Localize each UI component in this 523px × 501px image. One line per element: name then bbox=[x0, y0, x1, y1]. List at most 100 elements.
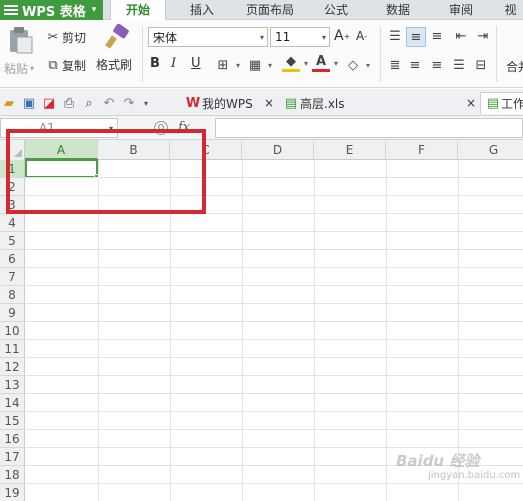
chevron-down-icon: ▾ bbox=[365, 60, 370, 70]
tab-label: 工作 bbox=[500, 97, 523, 111]
increase-font-button[interactable]: A + bbox=[334, 28, 350, 44]
tab-formulas[interactable]: 公式 bbox=[312, 0, 360, 20]
tab-data[interactable]: 数据 bbox=[372, 0, 424, 20]
close-icon[interactable]: × bbox=[264, 92, 274, 114]
grid-line bbox=[25, 411, 523, 412]
pattern-icon: ▦ bbox=[248, 57, 262, 73]
row-header-8[interactable]: 8 bbox=[0, 286, 25, 304]
row-header-11[interactable]: 11 bbox=[0, 340, 25, 358]
tab-review[interactable]: 审阅 bbox=[436, 0, 486, 20]
format-painter-button[interactable]: 格式刷 bbox=[96, 23, 136, 84]
decrease-font-button[interactable]: A- bbox=[356, 29, 367, 43]
border-button[interactable]: ⊞ ▾ bbox=[214, 56, 244, 74]
row-header-19[interactable]: 19 bbox=[0, 484, 25, 501]
tab-my-wps[interactable]: W 我的WPS bbox=[184, 92, 253, 114]
customize-icon[interactable]: ▾ bbox=[140, 94, 152, 112]
align-middle-icon: ≡ bbox=[410, 29, 422, 45]
chevron-down-icon: ▾ bbox=[303, 58, 308, 68]
clear-format-button[interactable]: ◇ ▾ bbox=[344, 56, 374, 74]
distribute-icon: ⊟ bbox=[475, 57, 487, 73]
font-color-button[interactable]: A ▾ bbox=[312, 54, 342, 72]
row-header-7[interactable]: 7 bbox=[0, 268, 25, 286]
cut-button[interactable]: ✂ 剪切 bbox=[44, 28, 86, 46]
undo-icon[interactable]: ↶ bbox=[100, 94, 118, 112]
font-name-select[interactable]: 宋体 ▾ bbox=[148, 27, 268, 47]
align-bottom-icon: ≡ bbox=[431, 28, 443, 44]
row-header-14[interactable]: 14 bbox=[0, 394, 25, 412]
print-icon[interactable]: ⎙ bbox=[60, 94, 78, 112]
save-icon[interactable]: ▣ bbox=[20, 94, 38, 112]
cut-label: 剪切 bbox=[62, 30, 87, 45]
grid-line bbox=[25, 339, 523, 340]
underline-button[interactable]: U bbox=[191, 56, 201, 71]
align-bottom-button[interactable]: ≡ bbox=[428, 27, 446, 45]
grid-line bbox=[386, 160, 387, 501]
tab-work[interactable]: ▤ 工作 bbox=[480, 92, 523, 114]
align-center-button[interactable]: ≡ bbox=[406, 56, 424, 74]
close-icon[interactable]: × bbox=[466, 92, 476, 114]
formula-input[interactable] bbox=[215, 118, 523, 138]
align-left-icon: ≣ bbox=[389, 57, 401, 73]
row-header-17[interactable]: 17 bbox=[0, 448, 25, 466]
open-folder-icon[interactable]: ▰ bbox=[0, 94, 18, 112]
divider bbox=[496, 26, 497, 82]
tab-view[interactable]: 视 bbox=[498, 0, 523, 20]
column-header-g[interactable]: G bbox=[458, 140, 523, 160]
redo-icon[interactable]: ↷ bbox=[120, 94, 138, 112]
indent-decrease-icon: ⇤ bbox=[455, 28, 467, 44]
column-header-e[interactable]: E bbox=[314, 140, 386, 160]
row-header-12[interactable]: 12 bbox=[0, 358, 25, 376]
chevron-down-icon: ▾ bbox=[30, 64, 35, 73]
row-header-10[interactable]: 10 bbox=[0, 322, 25, 340]
align-left-button[interactable]: ≣ bbox=[386, 56, 404, 74]
align-right-button[interactable]: ≡ bbox=[428, 56, 446, 74]
increase-indent-button[interactable]: ⇥ bbox=[474, 27, 492, 45]
row-header-9[interactable]: 9 bbox=[0, 304, 25, 322]
row-header-13[interactable]: 13 bbox=[0, 376, 25, 394]
scissors-icon: ✂ bbox=[47, 29, 59, 45]
grid-line bbox=[25, 249, 523, 250]
distribute-button[interactable]: ⊟ bbox=[472, 56, 490, 74]
grid-line bbox=[25, 267, 523, 268]
align-top-button[interactable]: ☰ bbox=[386, 27, 404, 45]
justify-button[interactable]: ☰ bbox=[450, 56, 468, 74]
tab-insert[interactable]: 插入 bbox=[176, 0, 228, 20]
decrease-indent-button[interactable]: ⇤ bbox=[452, 27, 470, 45]
italic-button[interactable]: I bbox=[171, 56, 176, 71]
row-header-5[interactable]: 5 bbox=[0, 232, 25, 250]
grid-line bbox=[242, 160, 243, 501]
quick-access-icons: ▰ ▣ ◪ ⎙ ⌕ ↶ ↷ ▾ bbox=[0, 94, 152, 112]
paste-button[interactable]: 粘贴 ▾ bbox=[4, 26, 38, 84]
grid-line bbox=[25, 321, 523, 322]
grid-line bbox=[25, 447, 523, 448]
fill-color-button[interactable]: ◆ ▾ bbox=[282, 54, 312, 72]
hamburger-icon bbox=[4, 3, 18, 17]
border-icon: ⊞ bbox=[217, 57, 229, 73]
chevron-down-icon: ▾ bbox=[91, 5, 97, 15]
font-name-value: 宋体 bbox=[153, 30, 178, 45]
row-header-15[interactable]: 15 bbox=[0, 412, 25, 430]
grid-line bbox=[25, 357, 523, 358]
tab-page-layout[interactable]: 页面布局 bbox=[238, 0, 302, 20]
copy-button[interactable]: ⧉ 复制 bbox=[44, 56, 86, 74]
fill-pattern-button[interactable]: ▦ ▾ bbox=[246, 56, 276, 74]
font-size-select[interactable]: 11 ▾ bbox=[270, 27, 330, 47]
row-header-6[interactable]: 6 bbox=[0, 250, 25, 268]
align-middle-button[interactable]: ≡ bbox=[406, 27, 426, 47]
pdf-icon[interactable]: ◪ bbox=[40, 94, 58, 112]
print-preview-icon[interactable]: ⌕ bbox=[80, 94, 98, 112]
bold-button[interactable]: B bbox=[150, 56, 160, 71]
tab-start[interactable]: 开始 bbox=[110, 0, 166, 21]
row-header-4[interactable]: 4 bbox=[0, 214, 25, 232]
column-header-d[interactable]: D bbox=[242, 140, 314, 160]
align-right-icon: ≡ bbox=[431, 57, 443, 73]
chevron-down-icon: ▾ bbox=[235, 60, 240, 70]
paste-icon bbox=[10, 27, 33, 54]
tab-gaoceng-xls[interactable]: ▤ 高层.xls bbox=[282, 92, 345, 114]
merge-button[interactable]: 合并 bbox=[506, 58, 523, 75]
app-menu-button[interactable]: WPS 表格 ▾ bbox=[0, 0, 103, 20]
row-header-18[interactable]: 18 bbox=[0, 466, 25, 484]
eraser-icon: ◇ bbox=[348, 57, 358, 73]
row-header-16[interactable]: 16 bbox=[0, 430, 25, 448]
column-header-f[interactable]: F bbox=[386, 140, 458, 160]
